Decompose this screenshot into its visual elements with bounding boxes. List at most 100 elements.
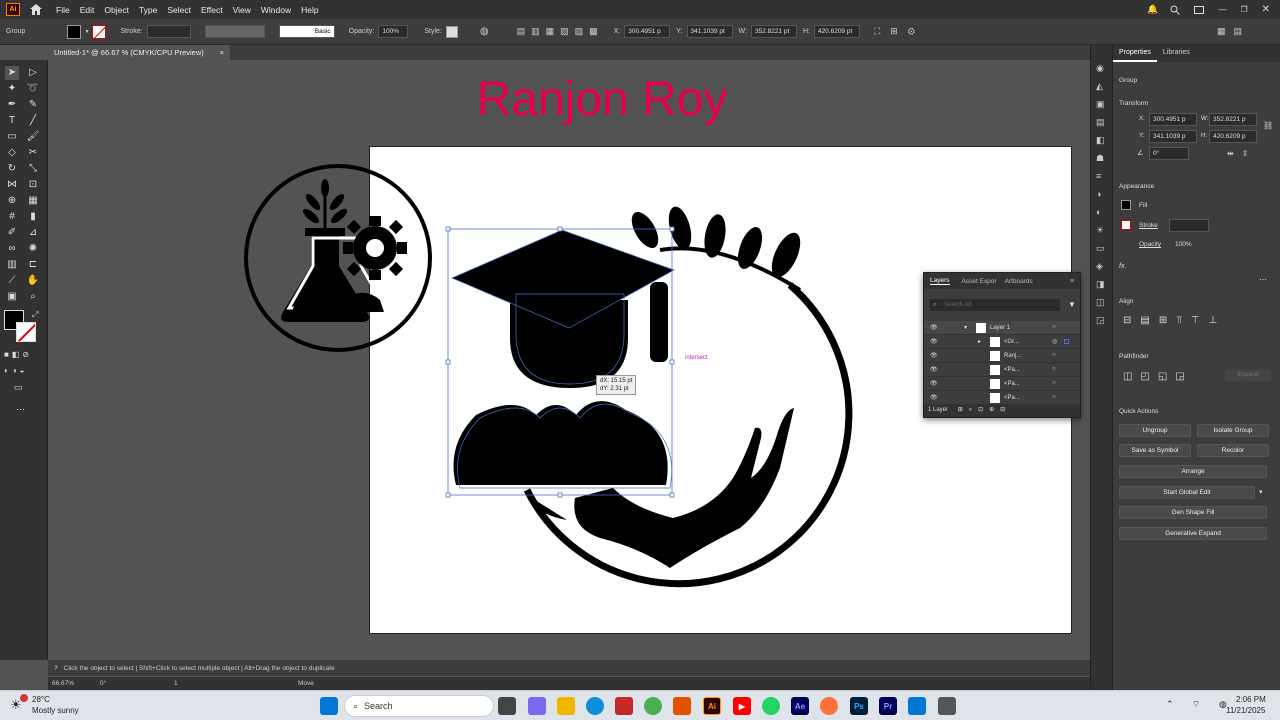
filter-icon[interactable]: ▼ [1068, 300, 1076, 309]
generative-expand-button[interactable]: Generative Expand [1119, 527, 1267, 540]
layer-row[interactable]: 👁 <Pa... ○ [924, 391, 1080, 405]
app-icon-orange[interactable] [673, 697, 691, 715]
layer-name[interactable]: <Gr... [1004, 339, 1019, 345]
shape-builder-icon[interactable]: ⊕ [5, 194, 19, 208]
opacity-value[interactable]: 100% [1175, 241, 1192, 248]
chevron-down-icon[interactable]: ▾ [1259, 488, 1263, 496]
tab-artboards[interactable]: Artboards [1005, 278, 1033, 285]
y-field[interactable]: 341.1039 pt [686, 25, 733, 38]
visibility-icon[interactable]: 👁 [930, 366, 938, 373]
fx-button[interactable]: fx. [1119, 263, 1126, 270]
start-global-edit-button[interactable]: Start Global Edit [1119, 486, 1255, 499]
pathfinder-buttons[interactable]: ◫◰◱◲ [1123, 371, 1193, 382]
premiere-icon[interactable]: Pr [879, 697, 897, 715]
ungroup-button[interactable]: Ungroup [1119, 424, 1191, 437]
file-explorer-icon[interactable] [557, 697, 575, 715]
width-tool-icon[interactable]: ⋈ [5, 178, 19, 192]
chevron-down-icon[interactable]: ▾ [85, 28, 88, 35]
layers-search[interactable]: ⌕ Search All [930, 299, 1060, 311]
help-icon[interactable]: ? [54, 665, 58, 672]
windows-start-icon[interactable] [320, 697, 338, 715]
menu-select[interactable]: Select [167, 5, 191, 15]
layer-row[interactable]: 👁 <Pa... ○ [924, 377, 1080, 391]
visibility-icon[interactable]: 👁 [930, 324, 938, 331]
rotate-view[interactable]: 0° [100, 680, 106, 687]
layer-row[interactable]: 👁 Ranj... ○ [924, 349, 1080, 363]
stroke-weight-field[interactable] [146, 25, 191, 38]
align-buttons[interactable]: ⊟▤⊞⫪⊤⊥ [1123, 315, 1226, 326]
hand-tool-icon[interactable]: ✋ [26, 274, 40, 288]
app-icon-red[interactable] [615, 697, 633, 715]
menu-window[interactable]: Window [261, 5, 291, 15]
x-field[interactable]: 300.4951 p [624, 25, 671, 38]
transform-icons[interactable]: ⛶⊞⚙ [874, 26, 925, 37]
clock-date[interactable]: 11/21/2025 [1226, 706, 1265, 715]
tab-properties[interactable]: Properties [1113, 45, 1157, 62]
eyedropper-icon[interactable]: ✐ [5, 226, 19, 240]
rotate-tool-icon[interactable]: ↻ [5, 162, 19, 176]
graph-tool-icon[interactable]: ▥ [5, 258, 19, 272]
stroke-weight-field[interactable] [1169, 219, 1209, 232]
perspective-grid-icon[interactable]: ▦ [26, 194, 40, 208]
weather-temp[interactable]: 28°C [32, 695, 50, 704]
edge-icon[interactable] [586, 697, 604, 715]
minimize-icon[interactable]: — [1218, 5, 1226, 14]
visibility-icon[interactable]: 👁 [930, 338, 938, 345]
task-view-icon[interactable] [498, 697, 516, 715]
zoom-tool-icon[interactable]: ⌕ [26, 290, 40, 304]
tool-status[interactable]: Move [298, 680, 314, 687]
chrome-icon[interactable] [644, 697, 662, 715]
zoom-level[interactable]: 66.67% [52, 680, 74, 687]
paintbrush-icon[interactable]: 🖌 [26, 130, 40, 144]
target-icon[interactable]: ○ [1052, 394, 1056, 400]
photoshop-icon[interactable]: Ps [850, 697, 868, 715]
symbol-sprayer-icon[interactable]: ✺ [26, 242, 40, 256]
color-mode-icons[interactable]: ■◧⊘ [4, 350, 32, 359]
target-icon[interactable]: ○ [1052, 352, 1056, 358]
menu-file[interactable]: File [56, 5, 70, 15]
scissors-icon[interactable]: ✂ [26, 146, 40, 160]
visibility-icon[interactable]: 👁 [930, 352, 938, 359]
swap-colors-icon[interactable]: ⤢ [32, 310, 38, 320]
stroke-swatch[interactable] [92, 24, 107, 39]
arrange-documents-icon[interactable]: ▦▤ [1217, 26, 1250, 37]
prop-x-field[interactable]: 300.4951 p [1149, 113, 1197, 126]
variable-width-field[interactable] [204, 25, 265, 38]
panel-menu-icon[interactable]: ≡ [1070, 278, 1074, 285]
layer-name[interactable]: <Pa... [1004, 381, 1020, 387]
document-tab[interactable]: Untitled-1* @ 66.67 % (CMYK/CPU Preview)… [48, 45, 230, 60]
opacity-label[interactable]: Opacity [1139, 241, 1161, 248]
taskbar-search[interactable]: ⌕ Search [344, 695, 494, 717]
tray-icons[interactable]: ⌃ ⌔ ◍ [1166, 699, 1235, 710]
flask-gear-logo[interactable] [244, 164, 432, 352]
target-icon[interactable]: ○ [1052, 366, 1056, 372]
h-field[interactable]: 420.6209 pt [813, 25, 860, 38]
after-effects-icon[interactable]: Ae [791, 697, 809, 715]
gen-shape-fill-button[interactable]: Gen Shape Fill [1119, 506, 1267, 519]
draw-mode-icons[interactable]: ◐◑◒ [4, 366, 28, 375]
more-options-icon[interactable]: ⋯ [1259, 275, 1267, 284]
print-tiling-icon[interactable]: ▣ [5, 290, 19, 304]
isolate-group-button[interactable]: Isolate Group [1197, 424, 1269, 437]
weather-desc[interactable]: Mostly sunny [32, 706, 79, 715]
arrange-button[interactable]: Arrange [1119, 465, 1267, 478]
stroke-label[interactable]: Stroke [1139, 222, 1158, 229]
menu-type[interactable]: Type [139, 5, 157, 15]
prop-w-field[interactable]: 352.8221 p [1209, 113, 1257, 126]
stroke-color-swatch[interactable] [16, 322, 36, 342]
recolor-button[interactable]: Recolor [1197, 444, 1269, 457]
workspace-icon[interactable] [1194, 5, 1205, 14]
search-icon[interactable] [1170, 5, 1181, 15]
free-transform-icon[interactable]: ⊡ [26, 178, 40, 192]
layer-row[interactable]: 👁 <Pa... ○ [924, 363, 1080, 377]
visibility-icon[interactable]: 👁 [930, 394, 938, 401]
layer-name[interactable]: Layer 1 [990, 325, 1010, 331]
expand-layer-icon[interactable]: ▸ [978, 338, 981, 345]
fill-swatch[interactable] [67, 24, 82, 39]
align-icons[interactable]: ▤▥▦▧▨▩ [517, 26, 604, 37]
whatsapp-icon[interactable] [762, 697, 780, 715]
home-icon[interactable] [30, 4, 42, 15]
layer-row[interactable]: 👁 ▸ <Gr... ◎ [924, 335, 1080, 349]
copilot-icon[interactable] [528, 697, 546, 715]
illustrator-icon[interactable]: Ai [703, 697, 721, 715]
